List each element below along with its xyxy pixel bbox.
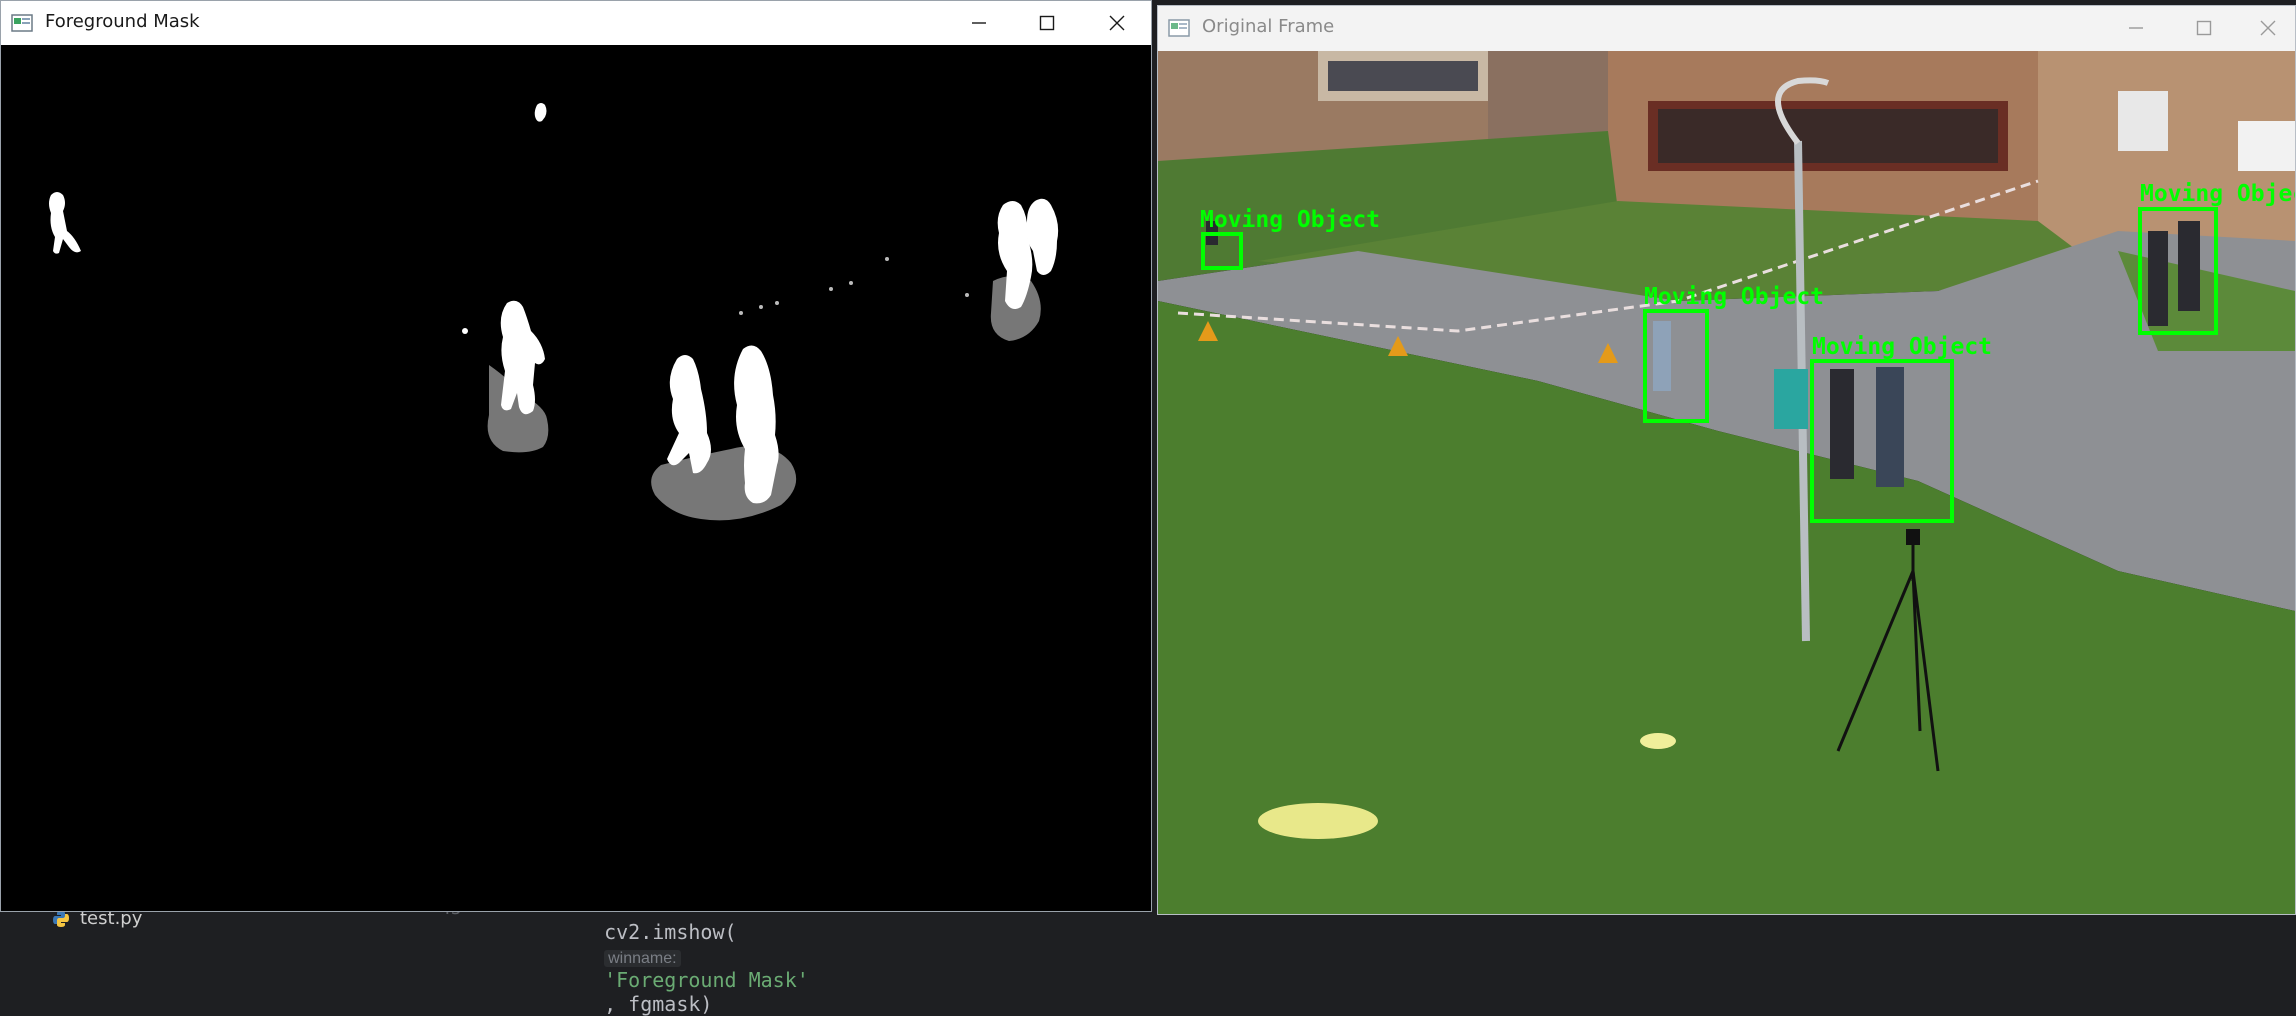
window-title: Original Frame — [1202, 16, 1335, 37]
mask-image — [1, 45, 1151, 911]
code-args: , fgmask) — [604, 992, 713, 1016]
python-file-icon — [53, 911, 69, 927]
param-hint: winname: — [604, 950, 681, 967]
window-title: Foreground Mask — [45, 11, 200, 32]
detection-label: Moving Object — [1812, 334, 1992, 360]
detection-label: Moving Object — [1644, 284, 1824, 310]
camera-frame: Moving Object Moving Object Moving Objec… — [1158, 51, 2295, 914]
maximize-button[interactable] — [1017, 1, 1077, 45]
original-frame-window[interactable]: Original Frame Moving Object Moving Obje… — [1157, 5, 2296, 915]
title-bar[interactable]: Foreground Mask — [1, 1, 1151, 45]
minimize-icon — [2129, 27, 2143, 29]
minimize-button[interactable] — [949, 1, 1009, 45]
minimize-button[interactable] — [2106, 6, 2166, 50]
maximize-button[interactable] — [2174, 6, 2234, 50]
code-call: cv2.imshow( — [604, 920, 737, 944]
ide-code-line[interactable]: cv2.imshow( winname: 'Foreground Mask' ,… — [580, 896, 809, 1016]
close-button[interactable] — [2238, 6, 2296, 50]
opencv-window-icon — [11, 14, 33, 32]
code-string: 'Foreground Mask' — [604, 968, 809, 992]
minimize-icon — [972, 22, 986, 24]
foreground-mask-window[interactable]: Foreground Mask — [0, 0, 1152, 912]
mask-blobs — [49, 103, 1059, 521]
mask-blob-person — [487, 300, 549, 453]
close-icon — [2260, 20, 2276, 36]
white-van — [2238, 121, 2295, 171]
campus-scene: Moving Object Moving Object Moving Objec… — [1158, 51, 2295, 914]
opencv-window-icon — [1168, 19, 1190, 37]
maximize-icon — [2196, 20, 2212, 36]
detection-label: Moving Object — [1200, 207, 1380, 233]
title-bar[interactable]: Original Frame — [1158, 6, 2295, 51]
close-icon — [1109, 15, 1125, 31]
close-button[interactable] — [1087, 1, 1147, 45]
mask-blob-right — [990, 198, 1059, 341]
detection-label: Moving Object — [2140, 181, 2295, 207]
maximize-icon — [1039, 15, 1055, 31]
mask-blob-pair — [651, 345, 797, 521]
